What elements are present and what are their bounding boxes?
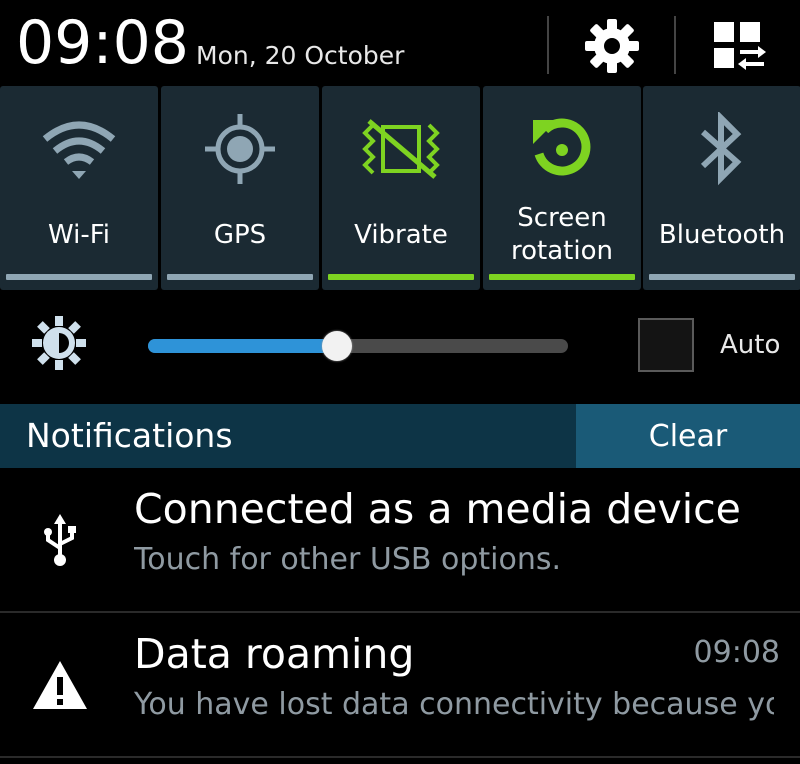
toggle-label: Bluetooth	[658, 219, 786, 250]
toggle-wifi[interactable]: Wi-Fi	[0, 86, 158, 290]
notification-title: Connected as a media device	[134, 485, 741, 533]
toggle-gps[interactable]: GPS	[161, 86, 319, 290]
toggle-label: Screen rotation	[511, 203, 613, 266]
toggle-indicator	[489, 274, 635, 280]
brightness-slider-thumb[interactable]	[322, 331, 352, 361]
brightness-icon	[30, 314, 88, 377]
brightness-slider-fill	[148, 339, 337, 353]
divider	[0, 756, 800, 758]
usb-icon	[28, 508, 92, 572]
toggle-screen-rotation[interactable]: Screen rotation	[483, 86, 641, 290]
notification-item[interactable]: Connected as a media device Touch for ot…	[0, 468, 800, 612]
toggle-label: Wi-Fi	[47, 219, 111, 250]
brightness-slider[interactable]	[148, 331, 568, 361]
notifications-title: Notifications	[26, 416, 233, 455]
settings-icon	[585, 19, 639, 73]
screen-rotation-icon	[533, 118, 591, 176]
auto-brightness-checkbox[interactable]	[638, 318, 694, 372]
notification-title: Data roaming	[134, 630, 415, 678]
divider	[547, 16, 549, 74]
clock-time: 09:08	[16, 8, 189, 78]
toggle-label: GPS	[213, 219, 267, 250]
bluetooth-icon	[700, 112, 742, 186]
auto-brightness-label: Auto	[720, 330, 781, 360]
toggle-indicator	[167, 274, 313, 280]
settings-button[interactable]	[576, 12, 648, 80]
notification-item[interactable]: Data roaming 09:08 You have lost data co…	[0, 613, 800, 757]
wifi-icon	[42, 121, 116, 179]
edit-panels-button[interactable]	[702, 12, 774, 80]
edit-panels-icon	[714, 22, 766, 70]
quick-settings: Wi-Fi GPS Vibrate Screen rotation Blueto…	[0, 86, 800, 292]
clear-button[interactable]: Clear	[576, 404, 800, 468]
divider	[674, 16, 676, 74]
notifications-header: Notifications Clear	[0, 404, 800, 468]
status-header: 09:08 Mon, 20 October	[0, 0, 800, 86]
notification-text: You have lost data connectivity because …	[134, 687, 774, 722]
warning-icon	[28, 653, 92, 717]
vibrate-icon	[362, 119, 440, 179]
toggle-vibrate[interactable]: Vibrate	[322, 86, 480, 290]
toggle-indicator	[6, 274, 152, 280]
toggle-label: Vibrate	[354, 219, 448, 250]
date-label: Mon, 20 October	[196, 41, 405, 70]
notification-text: Touch for other USB options.	[134, 542, 562, 577]
toggle-indicator	[328, 274, 474, 280]
notification-time: 09:08	[693, 635, 780, 670]
toggle-indicator	[649, 274, 795, 280]
gps-icon	[205, 114, 275, 184]
toggle-bluetooth[interactable]: Bluetooth	[643, 86, 800, 290]
brightness-row: Auto	[0, 292, 800, 404]
